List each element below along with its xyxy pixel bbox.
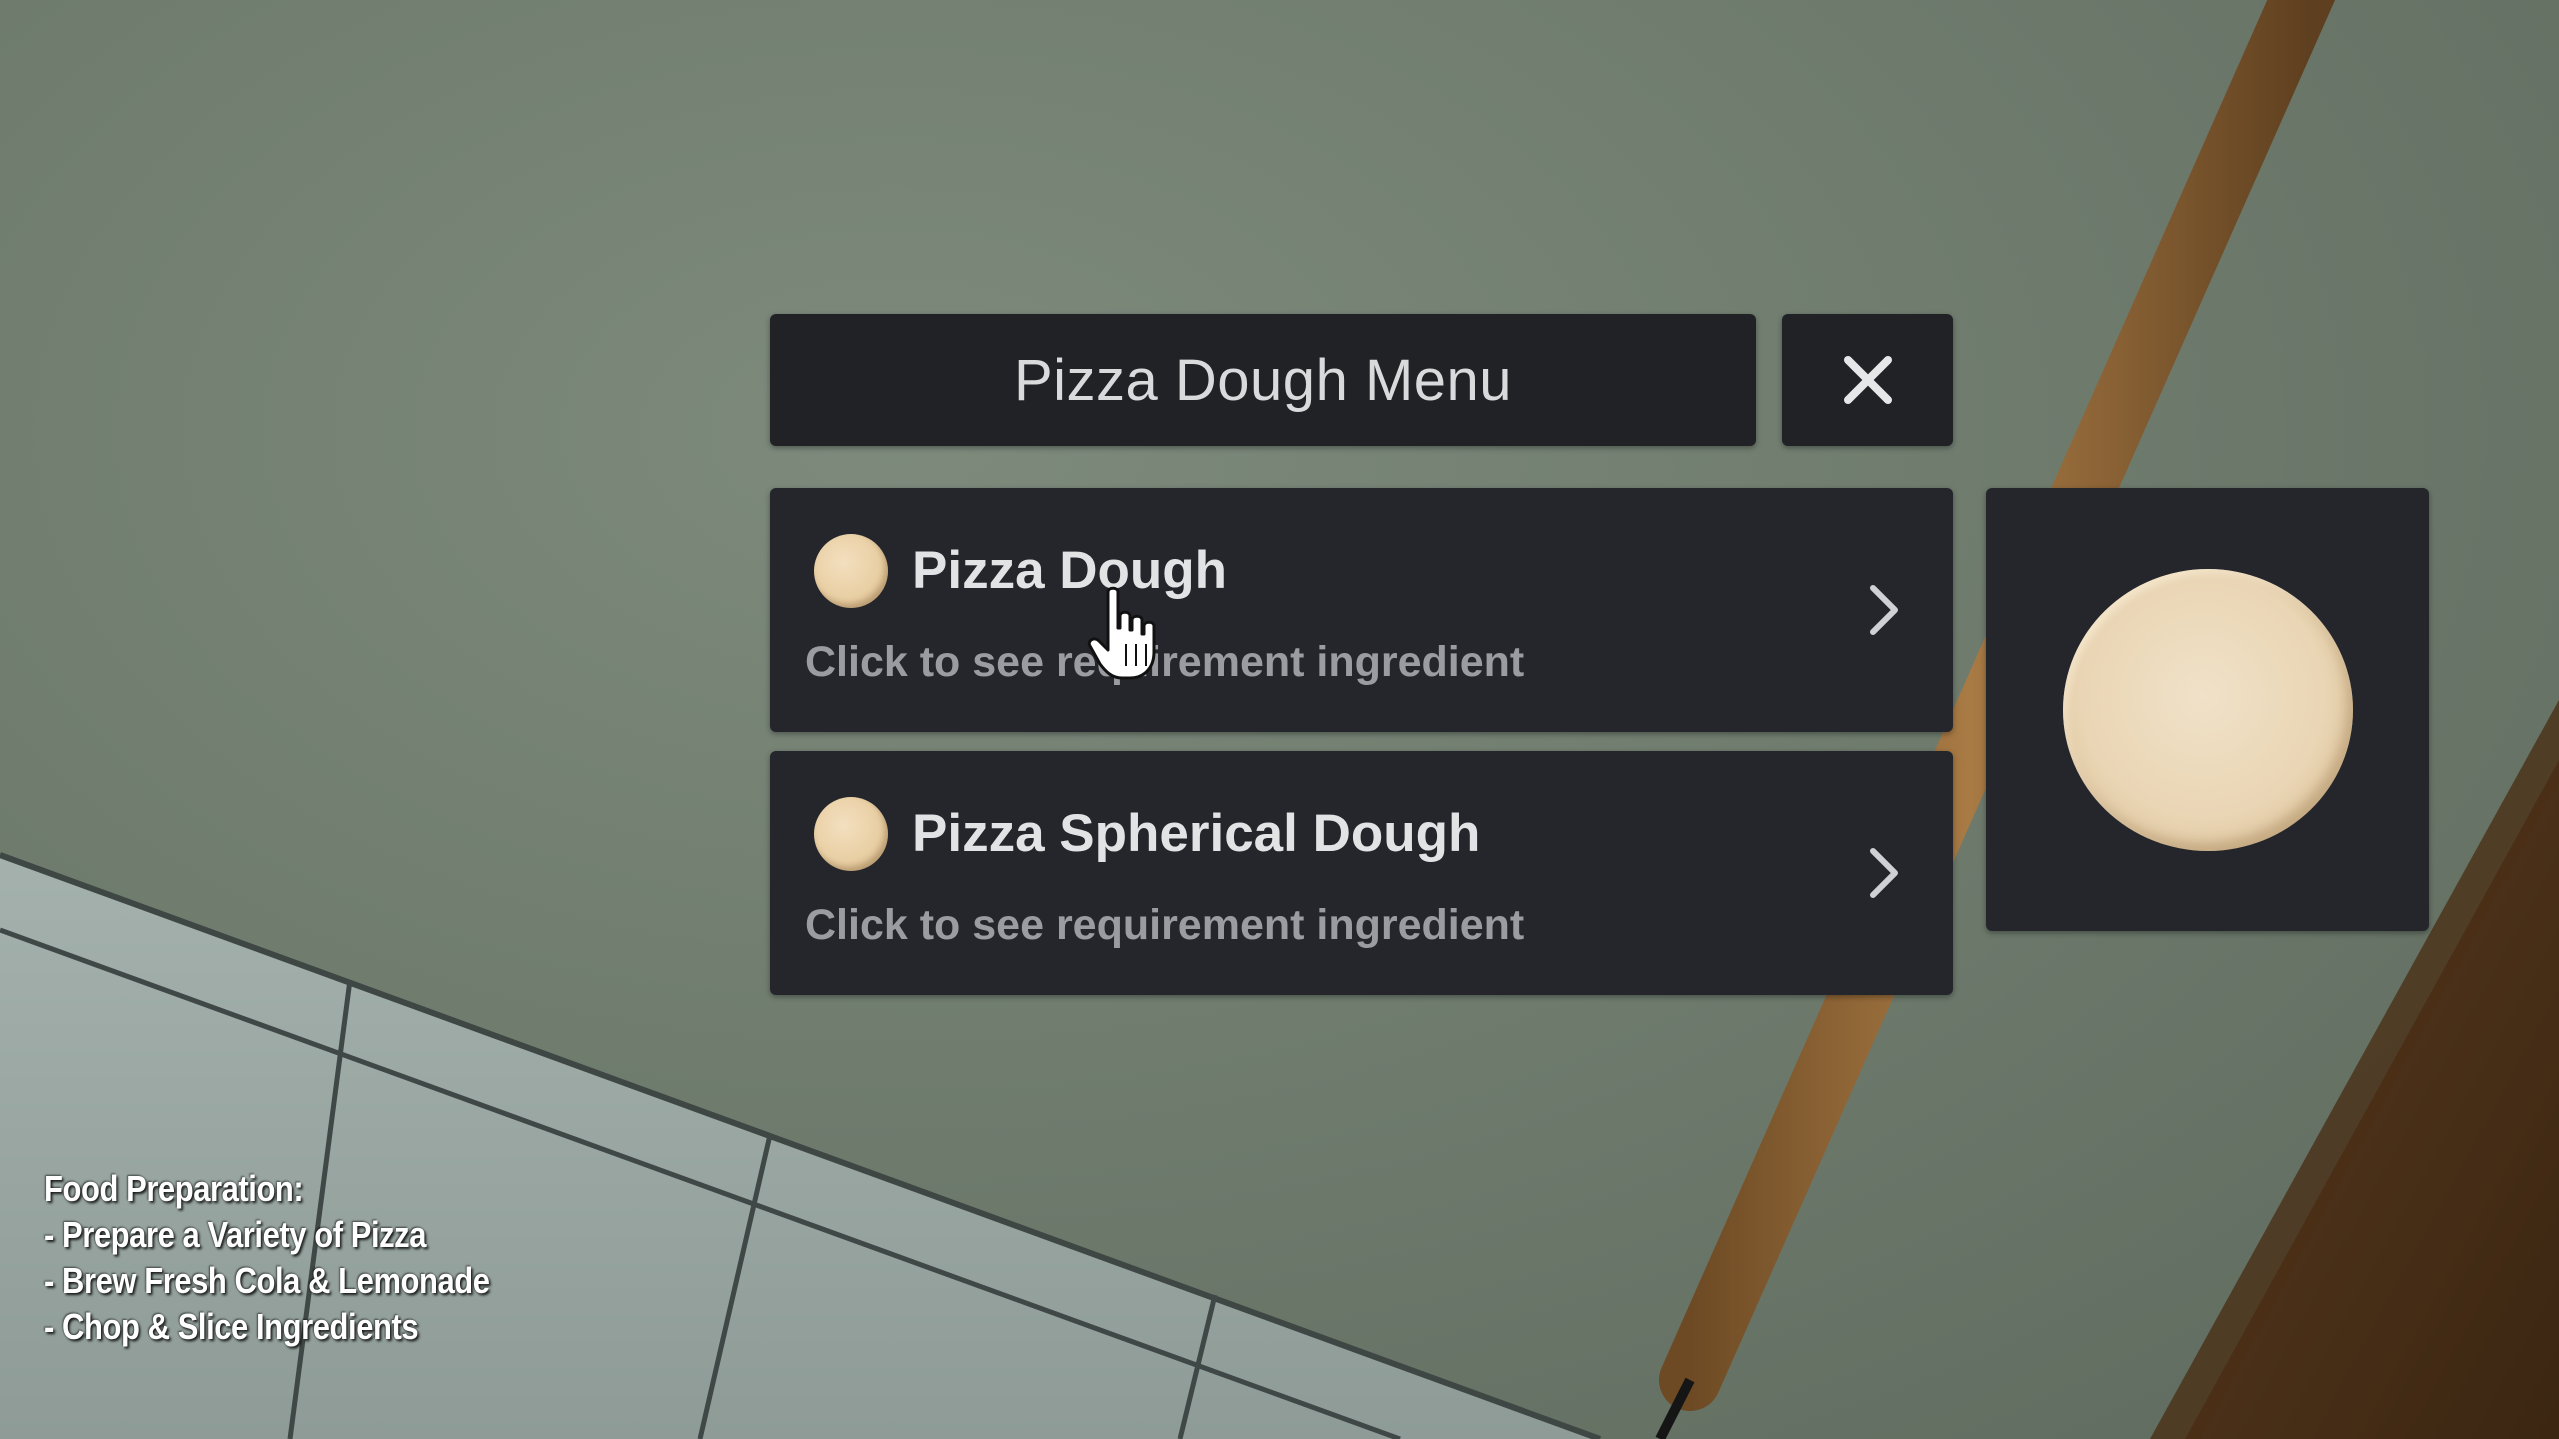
caption-line: - Brew Fresh Cola & Lemonade	[44, 1260, 490, 1301]
pizza-dough-image	[2062, 568, 2353, 851]
menu-header: Pizza Dough Menu	[770, 314, 1756, 446]
item-preview-panel	[1986, 488, 2429, 931]
menu-item-subtitle: Click to see requirement ingredient	[805, 638, 1525, 686]
hand-cursor-icon	[1087, 586, 1156, 680]
caption-line: - Chop & Slice Ingredients	[44, 1306, 419, 1347]
menu-title: Pizza Dough Menu	[1013, 347, 1513, 413]
caption-line: - Prepare a Variety of Pizza	[44, 1214, 427, 1255]
menu-item-title: Pizza Spherical Dough	[912, 804, 1481, 863]
menu-item-pizza-dough[interactable]: Pizza Dough Click to see requirement ing…	[770, 488, 1953, 732]
caption-heading: Food Preparation:	[44, 1168, 304, 1209]
menu-item-subtitle: Click to see requirement ingredient	[805, 901, 1525, 949]
menu-item-title: Pizza Dough	[912, 541, 1228, 600]
close-button[interactable]	[1782, 314, 1953, 446]
dough-ball-icon	[814, 797, 888, 871]
food-preparation-caption: Food Preparation: - Prepare a Variety of…	[44, 1166, 490, 1350]
menu-item-pizza-spherical-dough[interactable]: Pizza Spherical Dough Click to see requi…	[770, 751, 1953, 995]
close-icon	[1843, 356, 1892, 404]
chevron-right-icon	[1870, 848, 1898, 898]
game-scene: Pizza Dough Menu Pizza Dough Click to se…	[0, 0, 2559, 1439]
chevron-right-icon	[1870, 585, 1898, 635]
dough-icon	[814, 534, 888, 608]
